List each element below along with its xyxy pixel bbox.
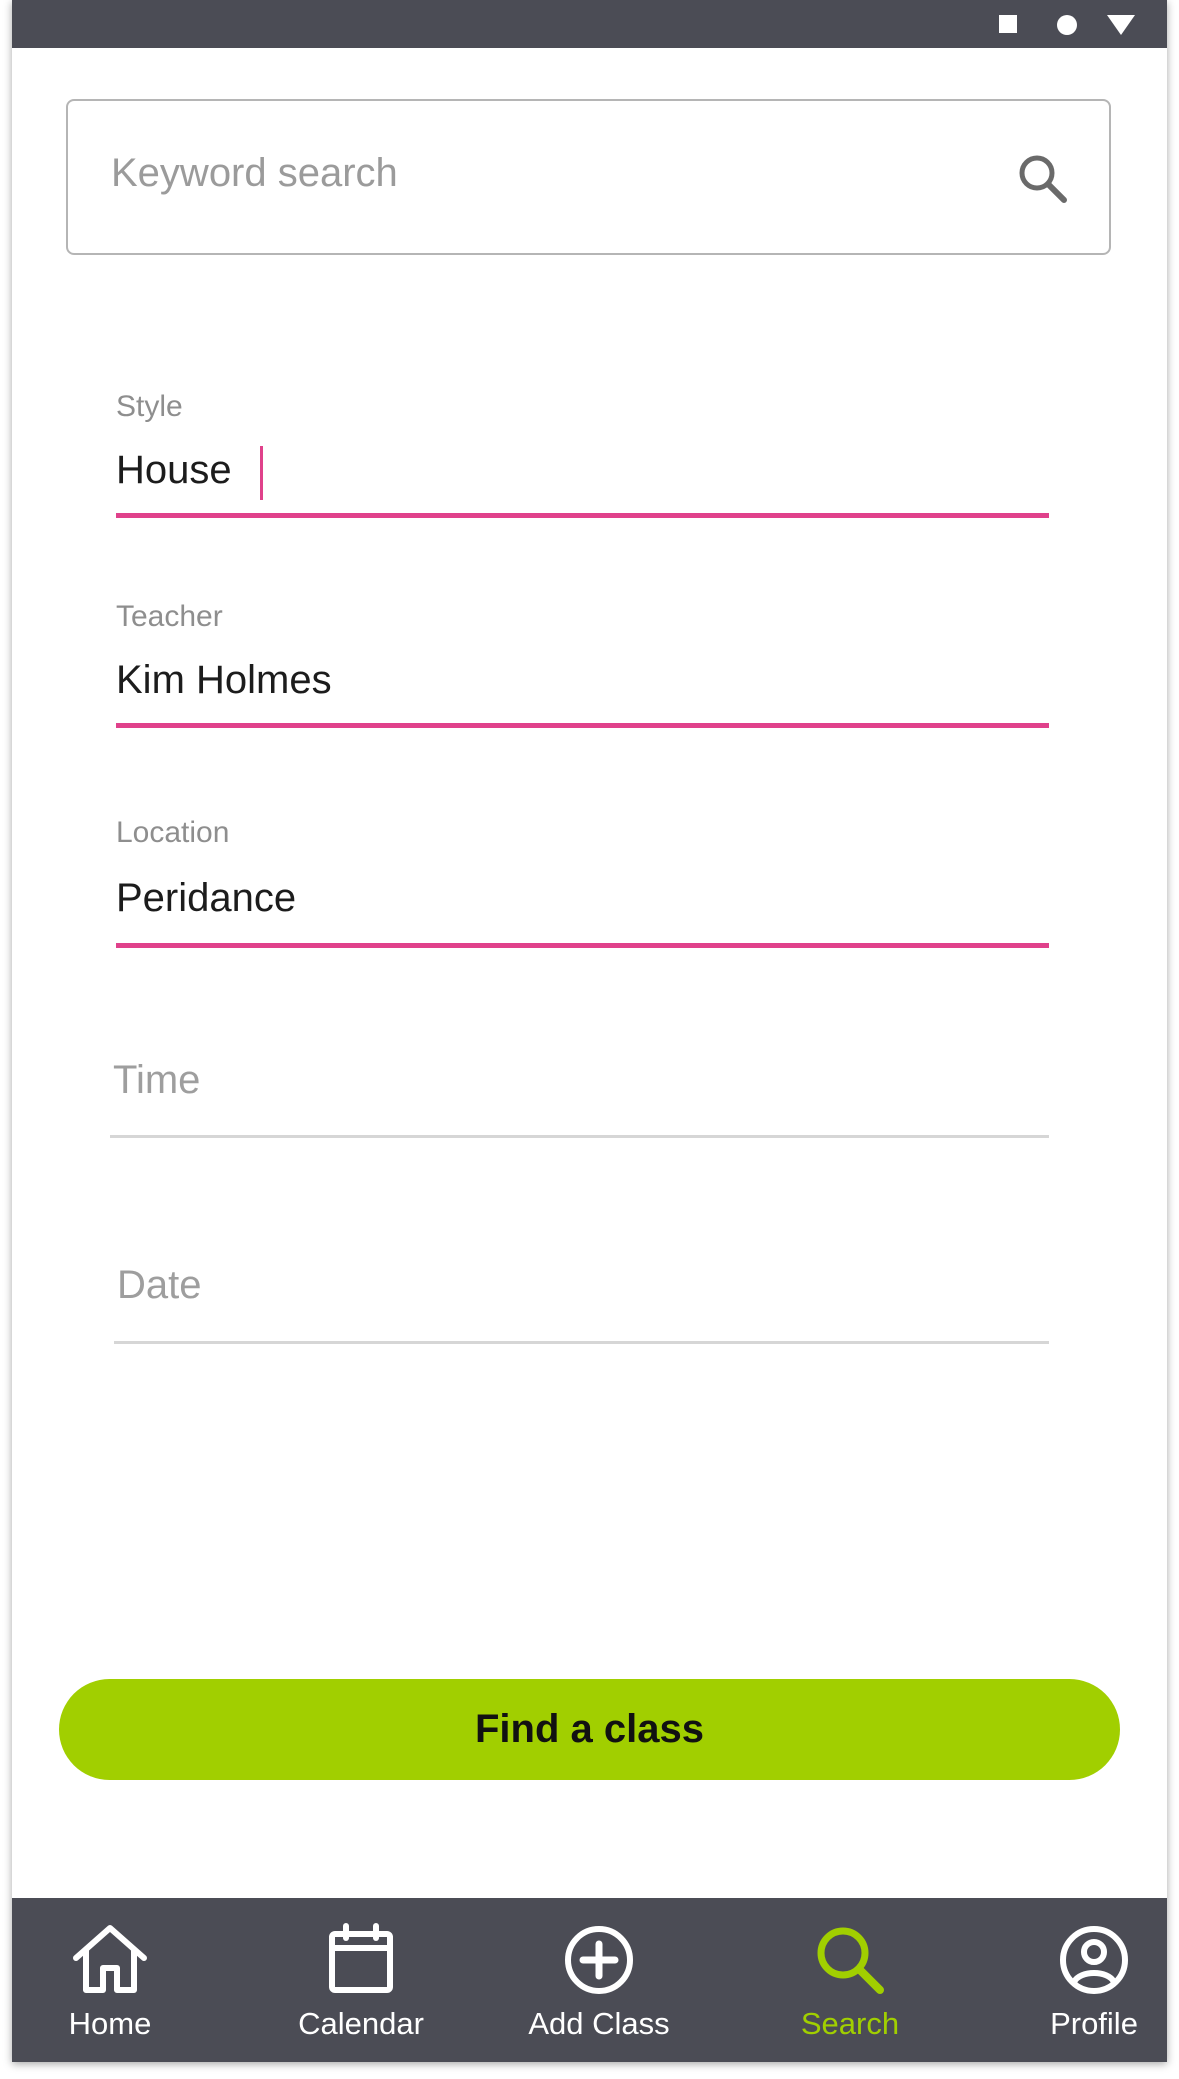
nav-label-home: Home — [68, 2006, 152, 2041]
nav-item-calendar[interactable]: Calendar — [281, 1898, 441, 2062]
style-underline — [116, 513, 1049, 518]
location-underline — [116, 943, 1049, 948]
time-placeholder: Time — [113, 1058, 201, 1102]
teacher-field[interactable]: Teacher Kim Holmes — [116, 600, 1049, 735]
location-label: Location — [116, 816, 230, 849]
calendar-icon — [329, 1923, 393, 1993]
date-placeholder: Date — [117, 1263, 202, 1307]
nav-item-home[interactable]: Home — [50, 1898, 170, 2062]
date-field[interactable]: Date — [114, 1258, 1049, 1346]
search-icon — [817, 1927, 884, 1994]
time-underline — [110, 1135, 1049, 1138]
text-caret — [260, 446, 263, 500]
search-icon[interactable] — [1015, 151, 1069, 205]
add-circle-icon — [565, 1926, 633, 1994]
square-icon — [999, 15, 1017, 33]
bottom-nav: Home Calendar Add Class Search Profile — [12, 1898, 1167, 2062]
keyword-search-input[interactable]: Keyword search — [66, 99, 1111, 255]
circle-icon — [1057, 15, 1077, 35]
nav-item-profile[interactable]: Profile — [1024, 1898, 1164, 2062]
style-field[interactable]: Style House — [116, 390, 1049, 525]
status-bar — [12, 0, 1167, 48]
triangle-icon — [1107, 15, 1135, 35]
nav-label-calendar: Calendar — [298, 2006, 424, 2041]
teacher-underline — [116, 723, 1049, 728]
profile-icon — [1060, 1926, 1128, 1994]
style-label: Style — [116, 390, 183, 423]
time-field[interactable]: Time — [110, 1053, 1049, 1138]
screen: Keyword search Style House Teacher Kim H… — [12, 0, 1167, 2062]
nav-label-add-class: Add Class — [528, 2006, 670, 2041]
style-value: House — [116, 448, 232, 492]
search-placeholder: Keyword search — [111, 151, 398, 195]
home-icon — [73, 1925, 147, 1993]
date-underline — [114, 1341, 1049, 1344]
location-value: Peridance — [116, 876, 297, 920]
find-class-button[interactable]: Find a class — [59, 1679, 1120, 1780]
location-field[interactable]: Location Peridance — [116, 816, 1049, 951]
nav-item-add-class[interactable]: Add Class — [509, 1898, 689, 2062]
nav-item-search[interactable]: Search — [780, 1898, 920, 2062]
teacher-value: Kim Holmes — [116, 658, 332, 702]
teacher-label: Teacher — [116, 600, 223, 633]
nav-label-profile: Profile — [1050, 2006, 1138, 2041]
nav-label-search: Search — [800, 2006, 900, 2041]
